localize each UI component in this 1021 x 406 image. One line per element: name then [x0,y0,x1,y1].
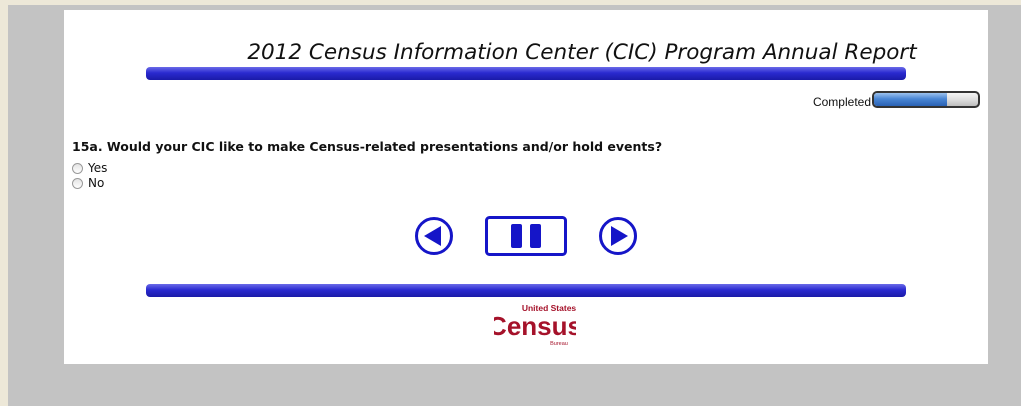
progress-label: Completed [812,95,871,109]
option-yes-label[interactable]: Yes [88,161,107,175]
svg-text:Bureau: Bureau [550,341,568,347]
page-title: 2012 Census Information Center (CIC) Pro… [247,40,917,65]
radio-no[interactable] [72,177,83,189]
census-bureau-logo: United States Census Bureau [488,302,582,348]
progress-bar [872,91,980,108]
survey-panel: 2012 Census Information Center (CIC) Pro… [64,10,988,364]
pause-icon [485,216,567,256]
circle-right-arrow-icon [599,217,637,255]
radio-yes[interactable] [72,162,83,174]
circle-left-arrow-icon [415,217,453,255]
option-no[interactable]: No [72,176,104,190]
bottom-divider-bar [146,284,906,297]
outer-frame: 2012 Census Information Center (CIC) Pro… [8,5,1021,406]
previous-button[interactable] [414,216,454,256]
option-no-label[interactable]: No [88,176,104,190]
next-button[interactable] [598,216,638,256]
top-divider-bar [146,67,906,80]
pause-button[interactable] [485,216,567,256]
progress-fill [874,93,947,106]
svg-text:Census: Census [494,311,576,341]
question-text: 15a. Would your CIC like to make Census-… [72,139,663,154]
option-yes[interactable]: Yes [72,161,107,175]
progress-indicator: Completed [813,91,980,108]
